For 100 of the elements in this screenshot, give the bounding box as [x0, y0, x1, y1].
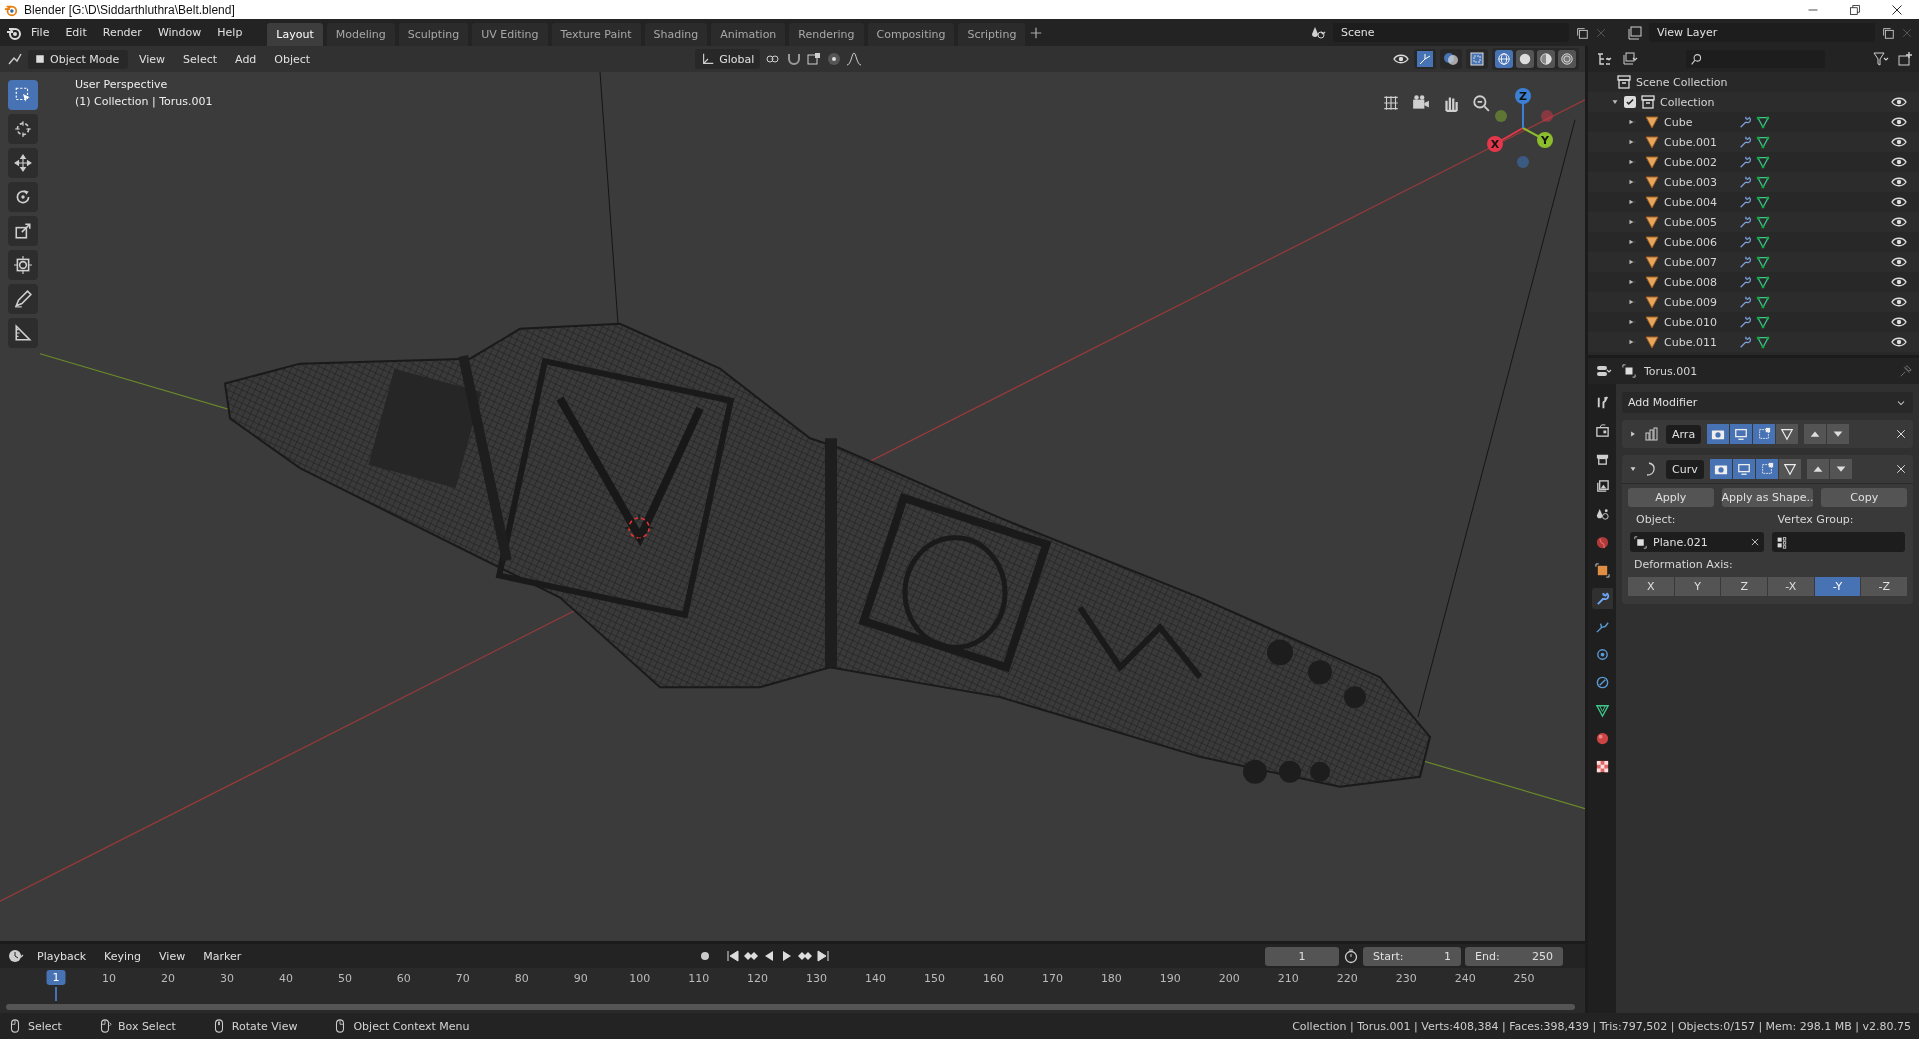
- magnet-icon[interactable]: [786, 51, 803, 67]
- editor-type-icon[interactable]: [6, 51, 24, 67]
- outliner-item[interactable]: Cube.001: [1664, 135, 1734, 149]
- axis-button[interactable]: -Z: [1861, 577, 1908, 596]
- outliner-item[interactable]: Cube.005: [1664, 215, 1734, 229]
- jump-start-icon[interactable]: [725, 948, 742, 964]
- axis-button[interactable]: -X: [1768, 577, 1814, 596]
- wrench-icon[interactable]: [1738, 335, 1752, 349]
- menu-item[interactable]: Object: [267, 49, 318, 69]
- wrench-icon[interactable]: [1738, 175, 1752, 189]
- mesh-data-icon[interactable]: [1756, 235, 1770, 249]
- modifier-toggle[interactable]: [1732, 459, 1755, 479]
- camera-icon[interactable]: [1412, 94, 1430, 112]
- menu-item[interactable]: Render: [95, 23, 149, 42]
- menu-item[interactable]: Select: [176, 49, 225, 69]
- menu-item[interactable]: Playback: [30, 946, 94, 966]
- object-field[interactable]: Plane.021: [1630, 532, 1764, 552]
- shading-button[interactable]: [1537, 50, 1555, 68]
- workspace-tab[interactable]: Modeling: [326, 23, 395, 46]
- view-layer-field[interactable]: View Layer: [1649, 23, 1875, 42]
- move-down-button[interactable]: [1827, 424, 1850, 444]
- menu-item[interactable]: Keying: [97, 946, 149, 966]
- orientation-dropdown[interactable]: Global: [695, 49, 761, 69]
- menu-item[interactable]: Help: [210, 23, 250, 42]
- outliner-item[interactable]: Cube.010: [1664, 315, 1734, 329]
- end-frame-field[interactable]: End: 250: [1465, 946, 1563, 966]
- wrench-icon[interactable]: [1738, 215, 1752, 229]
- menu-item[interactable]: File: [24, 23, 57, 42]
- search-field[interactable]: [1686, 50, 1825, 68]
- mesh-data-icon[interactable]: [1756, 175, 1770, 189]
- modifier-toggle[interactable]: [1778, 459, 1801, 479]
- workspace-tab[interactable]: Shading: [644, 23, 708, 46]
- tool-button[interactable]: [8, 318, 38, 348]
- image-stack-icon[interactable]: [1627, 24, 1643, 41]
- stopwatch-icon[interactable]: [1343, 948, 1359, 964]
- vertex-group-field[interactable]: [1771, 532, 1905, 552]
- menu-item[interactable]: Window: [150, 23, 209, 42]
- outliner-item[interactable]: Cube.008: [1664, 275, 1734, 289]
- mesh-data-icon[interactable]: [1756, 335, 1770, 349]
- outliner-item[interactable]: Cube.004: [1664, 195, 1734, 209]
- move-down-button[interactable]: [1829, 459, 1852, 479]
- grid-icon[interactable]: [1382, 94, 1400, 112]
- playhead[interactable]: 1: [46, 970, 66, 985]
- wrench-icon[interactable]: [1738, 195, 1752, 209]
- wrench-icon[interactable]: [1738, 255, 1752, 269]
- overlay-icon[interactable]: [1443, 51, 1459, 67]
- jump-end-icon[interactable]: [815, 948, 832, 964]
- mesh-data-icon[interactable]: [1756, 255, 1770, 269]
- workspace-tab[interactable]: Rendering: [789, 23, 864, 46]
- mode-dropdown[interactable]: Object Mode: [28, 49, 128, 69]
- add-modifier-dropdown[interactable]: Add Modifier: [1622, 392, 1913, 413]
- workspace-tab[interactable]: Compositing: [867, 23, 955, 46]
- menu-item[interactable]: Marker: [196, 946, 249, 966]
- workspace-tab[interactable]: UV Editing: [472, 23, 548, 46]
- menu-item[interactable]: View: [132, 49, 173, 69]
- outliner-item[interactable]: Cube.003: [1664, 175, 1734, 189]
- wrench-icon[interactable]: [1738, 155, 1752, 169]
- hand-icon[interactable]: [1442, 94, 1460, 112]
- clock-icon[interactable]: [6, 948, 26, 964]
- copy-icon[interactable]: [1575, 25, 1589, 40]
- mesh-data-icon[interactable]: [1756, 155, 1770, 169]
- tool-button[interactable]: [8, 148, 38, 178]
- mesh-data-icon[interactable]: [1756, 195, 1770, 209]
- wrench-icon[interactable]: [1738, 295, 1752, 309]
- copy-icon[interactable]: [1881, 25, 1895, 40]
- modifier-toggle[interactable]: [1776, 424, 1799, 444]
- modifier-toggle[interactable]: [1707, 424, 1730, 444]
- add-icon[interactable]: [1029, 25, 1044, 40]
- workspace-tab[interactable]: Animation: [711, 23, 786, 46]
- modifier-name-field[interactable]: Arra: [1666, 424, 1702, 444]
- menu-item[interactable]: View: [152, 946, 193, 966]
- tool-button[interactable]: [8, 250, 38, 280]
- new-collection-icon[interactable]: [1897, 51, 1913, 67]
- action-button[interactable]: Apply as Shape..: [1721, 488, 1814, 507]
- image-stack-icon[interactable]: [1620, 51, 1640, 67]
- scrollbar[interactable]: [6, 1004, 1575, 1010]
- checkbox[interactable]: [1624, 96, 1636, 108]
- menu-item[interactable]: Edit: [58, 23, 94, 42]
- modifier-toggle[interactable]: [1755, 459, 1778, 479]
- action-button[interactable]: Apply: [1628, 488, 1714, 507]
- mesh-data-icon[interactable]: [1756, 275, 1770, 289]
- axis-button[interactable]: -Y: [1814, 577, 1861, 596]
- mesh-data-icon[interactable]: [1756, 135, 1770, 149]
- outliner-item[interactable]: Cube.007: [1664, 255, 1734, 269]
- wrench-icon[interactable]: [1738, 315, 1752, 329]
- modifier-name-field[interactable]: Curv: [1666, 459, 1704, 479]
- falloff-icon[interactable]: [846, 51, 863, 67]
- outliner-item[interactable]: Cube.009: [1664, 295, 1734, 309]
- gizmo-icon[interactable]: [1417, 51, 1433, 67]
- restore-icon[interactable]: [1849, 3, 1861, 16]
- outliner-item[interactable]: Collection: [1660, 95, 1715, 109]
- scene-field[interactable]: Scene: [1333, 23, 1569, 42]
- wrench-icon[interactable]: [1738, 275, 1752, 289]
- outliner-item[interactable]: Cube.002: [1664, 155, 1734, 169]
- gizmo-axis[interactable]: Z: [1515, 88, 1531, 168]
- current-frame-field[interactable]: 1: [1265, 946, 1339, 966]
- axis-button[interactable]: Y: [1674, 577, 1721, 596]
- proportional-icon[interactable]: [826, 51, 843, 67]
- close-icon[interactable]: [1891, 3, 1903, 16]
- properties-icon[interactable]: [1594, 363, 1614, 379]
